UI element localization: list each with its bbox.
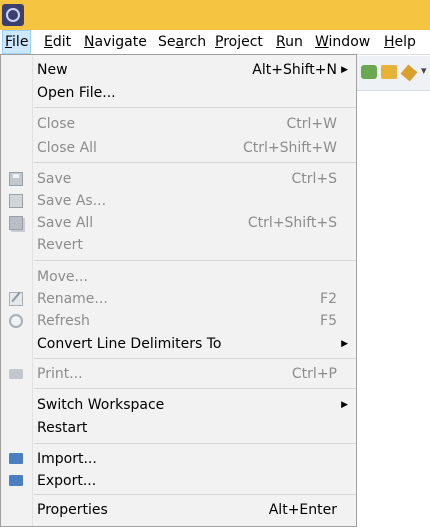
menu-separator [34, 443, 356, 444]
menu-separator [34, 260, 356, 261]
submenu-arrow-icon: ▶ [341, 65, 348, 75]
menu-item-rename[interactable]: Rename... F2 [1, 288, 356, 310]
submenu-arrow-icon: ▶ [341, 400, 348, 410]
menu-window[interactable]: Window [313, 30, 372, 54]
menu-item-move[interactable]: Move... [1, 266, 356, 288]
menu-search[interactable]: Search [156, 30, 208, 54]
menu-item-save-all[interactable]: Save All Ctrl+Shift+S [1, 212, 356, 234]
menu-item-close-all[interactable]: Close All Ctrl+Shift+W [1, 137, 356, 159]
menu-item-save[interactable]: Save Ctrl+S [1, 168, 356, 190]
save-all-icon [9, 216, 23, 230]
rename-icon [9, 292, 23, 306]
save-as-icon [9, 194, 23, 208]
menu-item-close[interactable]: Close Ctrl+W [1, 113, 356, 135]
submenu-arrow-icon: ▶ [341, 339, 348, 349]
menu-item-refresh[interactable]: Refresh F5 [1, 310, 356, 332]
menu-item-print[interactable]: Print... Ctrl+P [1, 363, 356, 385]
menu-edit[interactable]: Edit [42, 30, 73, 54]
open-folder-icon[interactable] [381, 65, 397, 79]
print-icon [9, 369, 23, 379]
menu-item-restart[interactable]: Restart [1, 417, 356, 439]
export-icon [9, 475, 23, 486]
menu-bar: File Edit Navigate Search Project Run Wi… [0, 30, 430, 55]
menu-separator [34, 388, 356, 389]
menu-navigate[interactable]: Navigate [82, 30, 149, 54]
toolbar-strip: ▾ [355, 56, 430, 91]
menu-project[interactable]: Project [213, 30, 265, 54]
menu-separator [34, 162, 356, 163]
menu-separator [34, 494, 356, 495]
menu-item-save-as[interactable]: Save As... [1, 190, 356, 212]
menu-item-switch-workspace[interactable]: Switch Workspace ▶ [1, 394, 356, 416]
menu-help[interactable]: Help [382, 30, 418, 54]
menu-file[interactable]: File [2, 30, 32, 54]
menu-item-convert-line-delimiters[interactable]: Convert Line Delimiters To ▶ [1, 333, 356, 355]
menu-separator [34, 107, 356, 108]
toolbar-overflow-icon[interactable]: ▾ [421, 64, 427, 77]
refresh-icon [9, 314, 23, 328]
menu-item-export[interactable]: Export... [1, 470, 356, 492]
menu-item-import[interactable]: Import... [1, 448, 356, 470]
menu-run[interactable]: Run [274, 30, 305, 54]
eclipse-app-icon[interactable] [2, 4, 24, 26]
new-project-icon[interactable] [361, 65, 377, 79]
menu-item-properties[interactable]: Properties Alt+Enter [1, 499, 356, 521]
save-icon [9, 172, 23, 186]
title-bar [0, 0, 430, 30]
menu-item-revert[interactable]: Revert [1, 234, 356, 256]
import-icon [9, 453, 23, 464]
menu-separator [34, 358, 356, 359]
menu-item-new[interactable]: New Alt+Shift+N ▶ [1, 59, 356, 81]
menu-item-open-file[interactable]: Open File... [1, 82, 356, 104]
file-menu-dropdown: New Alt+Shift+N ▶ Open File... Close Ctr… [0, 54, 357, 527]
run-tool-icon[interactable] [400, 64, 418, 82]
